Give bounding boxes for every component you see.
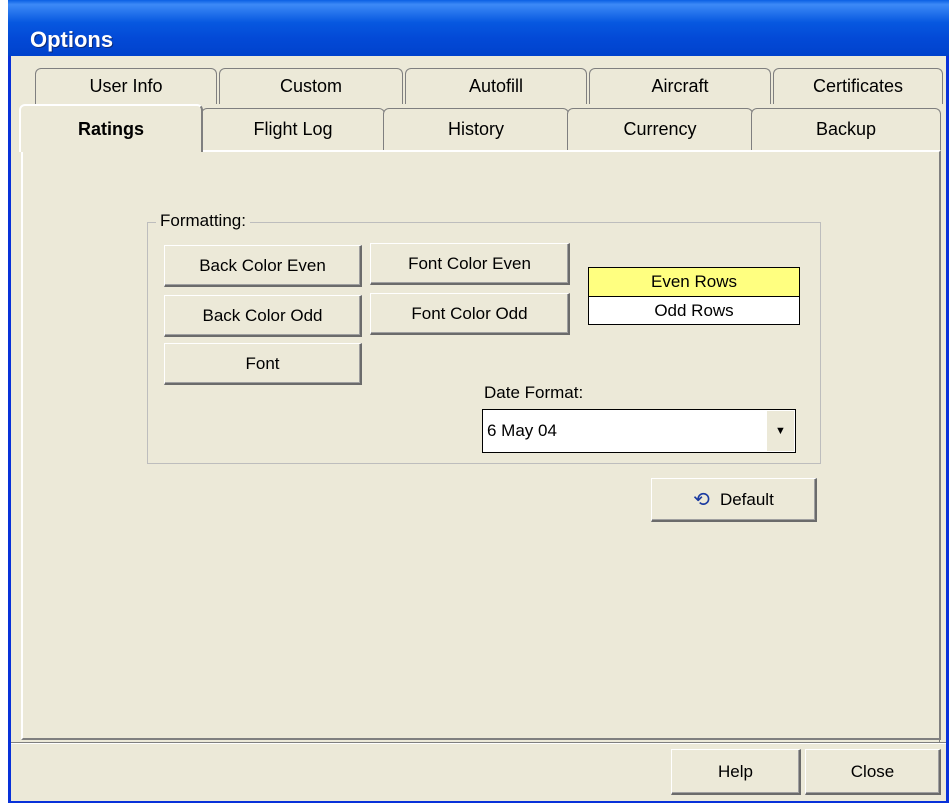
back-color-odd-button[interactable]: Back Color Odd bbox=[164, 295, 362, 337]
formatting-legend: Formatting: bbox=[156, 211, 250, 231]
font-color-odd-button[interactable]: Font Color Odd bbox=[370, 293, 570, 335]
window-title: Options bbox=[30, 27, 114, 52]
font-button[interactable]: Font bbox=[164, 343, 362, 385]
tab-custom[interactable]: Custom bbox=[219, 68, 403, 104]
date-format-dropdown[interactable]: 6 May 04 ▼ bbox=[482, 409, 796, 453]
help-button[interactable]: Help bbox=[671, 749, 801, 795]
tab-currency[interactable]: Currency bbox=[567, 108, 753, 150]
chevron-down-icon[interactable]: ▼ bbox=[766, 411, 794, 451]
tab-user-info[interactable]: User Info bbox=[35, 68, 217, 104]
tab-aircraft[interactable]: Aircraft bbox=[589, 68, 771, 104]
tab-certificates[interactable]: Certificates bbox=[773, 68, 943, 104]
formatting-groupbox: Formatting: Back Color Even Font Color E… bbox=[147, 211, 821, 464]
tab-autofill[interactable]: Autofill bbox=[405, 68, 587, 104]
date-format-value: 6 May 04 bbox=[487, 421, 557, 440]
footer-bar: Help Close bbox=[11, 742, 946, 801]
tab-panel-ratings: Formatting: Back Color Even Font Color E… bbox=[21, 150, 941, 740]
default-button[interactable]: ⟲ Default bbox=[651, 478, 817, 522]
tab-backup[interactable]: Backup bbox=[751, 108, 941, 150]
back-color-even-button[interactable]: Back Color Even bbox=[164, 245, 362, 287]
tab-history[interactable]: History bbox=[383, 108, 569, 150]
even-rows-preview: Even Rows bbox=[589, 268, 799, 297]
close-button[interactable]: Close bbox=[805, 749, 941, 795]
tab-ratings[interactable]: Ratings bbox=[19, 104, 203, 152]
tab-flight-log[interactable]: Flight Log bbox=[201, 108, 385, 150]
title-bar[interactable]: Options bbox=[8, 0, 949, 56]
options-window: Options User Info Custom Autofill Aircra… bbox=[8, 0, 949, 803]
date-format-label: Date Format: bbox=[484, 383, 584, 402]
font-color-even-button[interactable]: Font Color Even bbox=[370, 243, 570, 285]
undo-arrow-icon: ⟲ bbox=[693, 489, 710, 511]
odd-rows-preview: Odd Rows bbox=[654, 301, 734, 320]
row-color-preview: Even Rows Odd Rows bbox=[588, 267, 800, 325]
